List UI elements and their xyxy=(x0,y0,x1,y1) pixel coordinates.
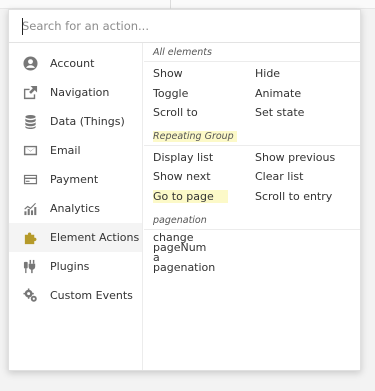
group-pagenation: pagenation change pageNum a pagenation xyxy=(144,211,360,273)
action-list: All elements Show Hide Toggle Animate Sc… xyxy=(144,43,360,370)
sidebar-item-label: Analytics xyxy=(50,202,100,215)
sidebar-item-label: Account xyxy=(50,57,95,70)
sidebar-item-payment[interactable]: Payment xyxy=(9,165,142,194)
external-link-icon xyxy=(22,85,38,101)
action-clear-list[interactable]: Clear list xyxy=(255,167,365,187)
group-title-text: Repeating Group xyxy=(153,130,237,142)
sidebar-item-label: Data (Things) xyxy=(50,115,125,128)
action-grid: Display list Show previous Show next Cle… xyxy=(144,146,360,211)
background-toolbar-strip xyxy=(0,0,375,9)
action-scroll-to-entry[interactable]: Scroll to entry xyxy=(255,187,365,207)
chart-icon xyxy=(22,201,38,217)
group-title: pagenation xyxy=(144,211,360,230)
action-hide[interactable]: Hide xyxy=(255,64,365,84)
action-grid: Show Hide Toggle Animate Scroll to Set s… xyxy=(144,62,360,127)
action-show-previous[interactable]: Show previous xyxy=(255,148,365,168)
sidebar-item-label: Payment xyxy=(50,173,99,186)
sidebar-item-label: Element Actions xyxy=(50,231,140,244)
action-label: Go to page xyxy=(153,189,228,203)
text-cursor xyxy=(22,18,23,35)
action-picker-popup: Account Navigation Data (Things) Email P… xyxy=(8,9,361,371)
group-title: Repeating Group xyxy=(144,127,360,146)
action-show-next[interactable]: Show next xyxy=(153,167,255,187)
sidebar-item-element-actions[interactable]: Element Actions xyxy=(9,223,142,252)
sidebar-item-label: Email xyxy=(50,144,81,157)
sidebar-item-label: Navigation xyxy=(50,86,110,99)
sidebar-item-plugins[interactable]: Plugins xyxy=(9,252,142,281)
credit-card-icon xyxy=(22,172,38,188)
action-set-state[interactable]: Set state xyxy=(255,103,365,123)
sidebar-item-account[interactable]: Account xyxy=(9,49,142,78)
action-scroll-to[interactable]: Scroll to xyxy=(153,103,255,123)
action-animate[interactable]: Animate xyxy=(255,84,365,104)
sidebar-item-label: Custom Events xyxy=(50,289,133,302)
sidebar-item-custom-events[interactable]: Custom Events xyxy=(9,281,142,310)
action-change-pagenum[interactable]: change pageNum a pagenation xyxy=(144,230,215,273)
search-bar xyxy=(9,10,360,43)
group-all-elements: All elements Show Hide Toggle Animate Sc… xyxy=(144,43,360,127)
sidebar-item-navigation[interactable]: Navigation xyxy=(9,78,142,107)
category-sidebar: Account Navigation Data (Things) Email P… xyxy=(9,43,143,370)
action-go-to-page[interactable]: Go to page xyxy=(153,187,255,207)
group-repeating-group: Repeating Group Display list Show previo… xyxy=(144,127,360,211)
action-toggle[interactable]: Toggle xyxy=(153,84,255,104)
action-show[interactable]: Show xyxy=(153,64,255,84)
action-search-input[interactable] xyxy=(22,19,342,33)
gears-icon xyxy=(22,288,38,304)
sidebar-item-data-things[interactable]: Data (Things) xyxy=(9,107,142,136)
user-circle-icon xyxy=(22,56,38,72)
group-title: All elements xyxy=(144,43,360,62)
database-icon xyxy=(22,114,38,130)
action-display-list[interactable]: Display list xyxy=(153,148,255,168)
puzzle-icon xyxy=(22,230,38,246)
sidebar-item-label: Plugins xyxy=(50,260,90,273)
background-divider xyxy=(170,0,171,9)
plug-icon xyxy=(22,259,38,275)
sidebar-item-email[interactable]: Email xyxy=(9,136,142,165)
envelope-icon xyxy=(22,143,38,159)
sidebar-item-analytics[interactable]: Analytics xyxy=(9,194,142,223)
